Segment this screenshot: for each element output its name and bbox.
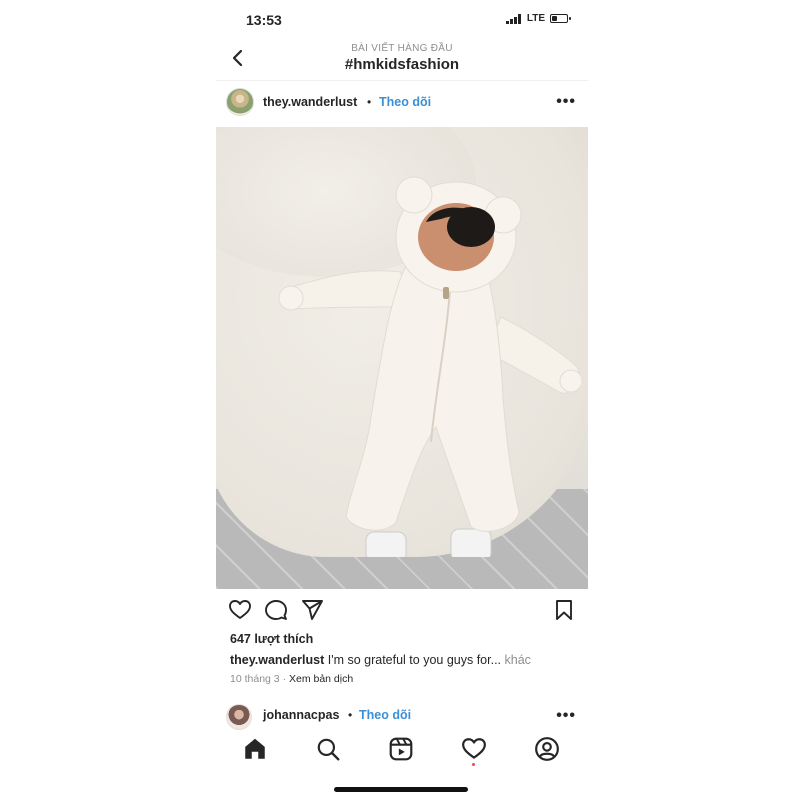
- heart-icon[interactable]: [228, 598, 252, 622]
- more-horizontal-icon[interactable]: •••: [556, 93, 576, 111]
- caption-username[interactable]: they.wanderlust: [230, 653, 324, 667]
- profile-icon[interactable]: [534, 736, 560, 762]
- battery-level: [552, 16, 557, 21]
- caption-text: I'm so grateful to you guys for...: [327, 653, 502, 667]
- meta-separator: ·: [282, 673, 287, 685]
- post-date: 10 tháng 3: [230, 673, 280, 685]
- see-translation-link[interactable]: Xem bản dịch: [289, 673, 353, 685]
- status-time: 13:53: [246, 12, 282, 28]
- follow-button[interactable]: Theo dõi: [359, 708, 411, 722]
- status-bar: 13:53 LTE: [216, 0, 588, 40]
- caption-more-link[interactable]: khác: [505, 653, 531, 667]
- home-icon[interactable]: [242, 736, 268, 762]
- phone-screen: 13:53 LTE BÀI VIẾT HÀNG ĐẦU #hmkidsfashi…: [216, 0, 588, 800]
- share-icon[interactable]: [300, 598, 324, 622]
- home-indicator: [334, 787, 468, 792]
- nav-header: BÀI VIẾT HÀNG ĐẦU #hmkidsfashion: [216, 40, 588, 81]
- separator-dot: •: [348, 708, 353, 722]
- page-title: #hmkidsfashion: [344, 56, 460, 73]
- signal-icon: [505, 13, 521, 24]
- battery-icon: [550, 14, 571, 23]
- baby-in-white-bear-onesie: [278, 176, 581, 557]
- next-post-username[interactable]: johannacpas: [263, 708, 339, 722]
- likes-count[interactable]: 647 lượt thích: [230, 632, 313, 646]
- post-username[interactable]: they.wanderlust: [263, 95, 357, 109]
- post-caption: they.wanderlust I'm so grateful to you g…: [230, 653, 531, 667]
- separator-dot: •: [367, 95, 372, 109]
- search-icon[interactable]: [315, 736, 341, 762]
- notification-dot: [472, 763, 475, 766]
- more-horizontal-icon[interactable]: •••: [556, 707, 576, 725]
- bottom-tab-bar: [216, 730, 588, 770]
- post-actions: [216, 598, 588, 624]
- next-post-header: johannacpas • Theo dõi •••: [216, 702, 588, 732]
- nav-subtitle: BÀI VIẾT HÀNG ĐẦU: [351, 43, 453, 54]
- post-meta: 10 tháng 3 · Xem bản dịch: [230, 673, 353, 685]
- avatar[interactable]: [226, 88, 254, 116]
- avatar[interactable]: [226, 704, 252, 730]
- network-type: LTE: [526, 13, 545, 24]
- status-indicators: LTE: [505, 13, 571, 24]
- reels-icon[interactable]: [388, 736, 414, 762]
- heart-icon[interactable]: [461, 736, 487, 762]
- follow-button[interactable]: Theo dõi: [379, 95, 431, 109]
- post-header: they.wanderlust • Theo dõi •••: [216, 84, 588, 122]
- comment-icon[interactable]: [264, 598, 288, 622]
- bookmark-icon[interactable]: [552, 598, 576, 622]
- post-image[interactable]: [216, 127, 588, 589]
